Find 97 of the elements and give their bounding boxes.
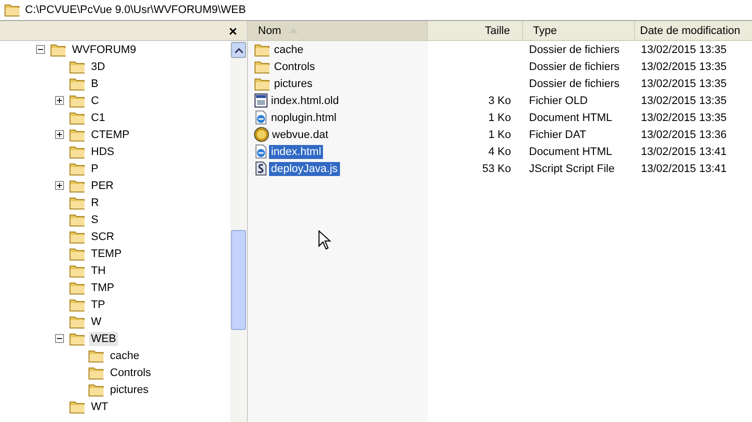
mouse-pointer-icon (318, 230, 331, 250)
folder-icon (88, 382, 105, 396)
tree-item[interactable]: cache (108, 348, 142, 362)
folder-icon (69, 246, 86, 260)
folder-icon (69, 196, 86, 210)
tree-item[interactable]: SCR (89, 230, 116, 244)
folder-icon (69, 128, 86, 142)
file-size: 4 Ko (488, 146, 511, 158)
round-logo-icon (254, 127, 269, 142)
scroll-thumb[interactable] (231, 230, 246, 330)
tree-item[interactable]: W (89, 314, 104, 328)
folder-icon (69, 298, 86, 312)
tree-item[interactable]: HDS (89, 144, 116, 158)
file-type: Dossier de fichiers (529, 78, 620, 90)
tree-item[interactable]: WT (89, 400, 110, 414)
modified-date: 13/02/2015 13:41 (641, 146, 727, 158)
modified-date: 13/02/2015 13:36 (641, 128, 727, 140)
expand-icon[interactable] (55, 96, 64, 105)
tree-item[interactable]: WEB (89, 332, 118, 346)
tree-item[interactable]: C1 (89, 110, 108, 124)
folder-icon (69, 144, 86, 158)
scroll-up-button[interactable] (231, 42, 246, 58)
collapse-icon[interactable] (36, 45, 45, 54)
folder-icon (69, 162, 86, 176)
document-e-icon (254, 144, 268, 159)
folder-icon (69, 212, 86, 226)
folder-icon (69, 230, 86, 244)
folder-icon (69, 264, 86, 278)
tree-item[interactable]: TEMP (89, 246, 124, 260)
tree-item[interactable]: TMP (89, 280, 116, 294)
collapse-icon[interactable] (55, 334, 64, 343)
file-size: 53 Ko (482, 162, 511, 174)
folder-icon (69, 110, 86, 124)
file-name[interactable]: index.html.old (269, 94, 341, 108)
folder-icon (69, 178, 86, 192)
file-name[interactable]: pictures (272, 76, 315, 90)
file-name[interactable]: cache (272, 42, 306, 56)
folder-icon (69, 400, 86, 414)
tree-item[interactable]: B (89, 76, 100, 90)
folder-icon (69, 76, 86, 90)
folder-icon (254, 42, 271, 56)
file-name[interactable]: deployJava.js (269, 162, 340, 176)
close-icon[interactable]: × (228, 24, 237, 38)
tree-item[interactable]: S (89, 212, 100, 226)
file-name[interactable]: noplugin.html (269, 110, 338, 124)
folder-icon (50, 42, 67, 56)
file-type: Dossier de fichiers (529, 60, 620, 72)
file-type: Fichier OLD (529, 94, 588, 106)
file-name[interactable]: index.html (269, 144, 324, 158)
script-file-icon (254, 161, 268, 176)
document-e-icon (254, 110, 268, 125)
tree-item[interactable]: P (89, 162, 100, 176)
folder-icon (69, 332, 86, 346)
folder-icon (69, 60, 86, 74)
file-size: 1 Ko (488, 112, 511, 124)
tree-item[interactable]: C (89, 94, 101, 108)
file-name[interactable]: Controls (272, 60, 317, 74)
folder-icon (69, 280, 86, 294)
expand-icon[interactable] (55, 181, 64, 190)
file-window-icon (254, 93, 268, 108)
modified-date: 13/02/2015 13:35 (641, 78, 727, 90)
modified-date: 13/02/2015 13:35 (641, 112, 727, 124)
expand-icon[interactable] (55, 130, 64, 139)
file-type: Document HTML (529, 146, 612, 158)
file-size: 1 Ko (488, 128, 511, 140)
folder-icon (69, 314, 86, 328)
tree-item[interactable]: pictures (108, 382, 151, 396)
modified-date: 13/02/2015 13:35 (641, 60, 727, 72)
column-header[interactable]: Type (523, 21, 635, 40)
tree-item[interactable]: TH (89, 264, 108, 278)
modified-date: 13/02/2015 13:35 (641, 44, 727, 56)
file-size: 3 Ko (488, 94, 511, 106)
file-type: Dossier de fichiers (529, 44, 620, 56)
folder-icon (69, 94, 86, 108)
column-header[interactable]: Date de modification (635, 21, 752, 40)
modified-date: 13/02/2015 13:41 (641, 162, 727, 174)
tree-item[interactable]: R (89, 196, 101, 210)
tree-item[interactable]: PER (89, 178, 116, 192)
tree-item[interactable]: WVFORUM9 (70, 42, 138, 56)
file-type: Fichier DAT (529, 128, 586, 140)
column-header[interactable]: Nom (248, 21, 428, 40)
column-header[interactable]: Taille (428, 21, 523, 40)
folder-icon (4, 3, 21, 17)
file-type: JScript Script File (529, 162, 615, 174)
path-text: C:\PCVUE\PcVue 9.0\Usr\WVFORUM9\WEB (25, 4, 246, 16)
folder-icon (254, 60, 271, 74)
tree-item[interactable]: 3D (89, 60, 108, 74)
tree-item[interactable]: TP (89, 298, 108, 312)
modified-date: 13/02/2015 13:35 (641, 94, 727, 106)
scrollbar[interactable] (230, 41, 247, 422)
tree-item[interactable]: CTEMP (89, 128, 132, 142)
folder-icon (88, 348, 105, 362)
folder-icon (88, 366, 105, 380)
folder-icon (254, 76, 271, 90)
file-name[interactable]: webvue.dat (270, 128, 330, 142)
file-type: Document HTML (529, 112, 612, 124)
tree-item[interactable]: Controls (108, 366, 153, 380)
